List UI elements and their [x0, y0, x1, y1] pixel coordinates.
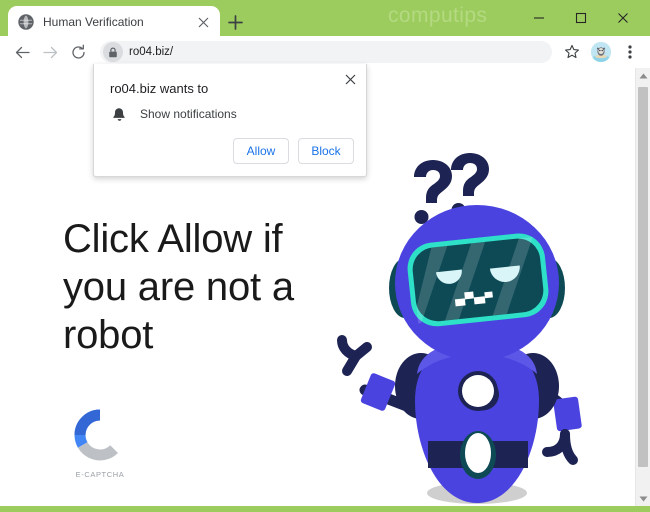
bookmark-star-icon[interactable] [558, 38, 586, 66]
dialog-close-icon[interactable] [342, 71, 358, 87]
vertical-scrollbar[interactable] [635, 68, 650, 506]
toolbar-right-group [558, 38, 650, 66]
url-text[interactable]: ro04.biz/ [129, 46, 173, 58]
scroll-down-button[interactable] [636, 491, 650, 506]
browser-window: computips Human Verification ro04.biz/ C… [0, 0, 650, 512]
allow-button[interactable]: Allow [233, 138, 289, 164]
avatar[interactable] [591, 42, 611, 62]
maximize-button[interactable] [560, 3, 602, 33]
close-button[interactable] [602, 3, 644, 33]
browser-tab[interactable]: Human Verification [8, 6, 220, 38]
tab-title: Human Verification [43, 15, 144, 29]
c-ring-logo [74, 409, 118, 461]
scrollbar-track[interactable] [636, 83, 650, 491]
tab-close-icon[interactable] [194, 13, 212, 31]
scroll-up-button[interactable] [636, 68, 650, 83]
dialog-actions: Allow Block [233, 138, 354, 164]
dialog-title: ro04.biz wants to [110, 81, 209, 96]
address-bar[interactable]: ro04.biz/ [100, 41, 552, 63]
back-icon[interactable] [8, 38, 36, 66]
ecaptcha-label: E-CAPTCHA [75, 470, 125, 479]
ecaptcha-badge: E-CAPTCHA [70, 409, 130, 479]
chrome-menu-icon[interactable] [616, 38, 644, 66]
window-controls [518, 0, 644, 36]
scrollbar-thumb[interactable] [638, 87, 648, 467]
forward-icon[interactable] [36, 38, 64, 66]
page-headline: Click Allow if you are not a robot [63, 217, 294, 357]
block-button[interactable]: Block [298, 138, 354, 164]
padlock-icon [103, 42, 123, 62]
notification-permission-dialog: ro04.biz wants to Show notifications All… [93, 64, 367, 177]
bell-icon [110, 105, 128, 123]
reload-icon[interactable] [64, 38, 92, 66]
minimize-button[interactable] [518, 3, 560, 33]
new-tab-button[interactable] [222, 9, 248, 35]
robot-body [415, 346, 539, 503]
title-bar: computips Human Verification [0, 0, 650, 38]
permission-label: Show notifications [140, 107, 237, 121]
globe-icon [18, 14, 34, 30]
confused-robot-illustration [337, 153, 582, 504]
robot-visor [407, 233, 549, 327]
permission-row: Show notifications [110, 105, 237, 123]
watermark: computips [388, 4, 488, 27]
